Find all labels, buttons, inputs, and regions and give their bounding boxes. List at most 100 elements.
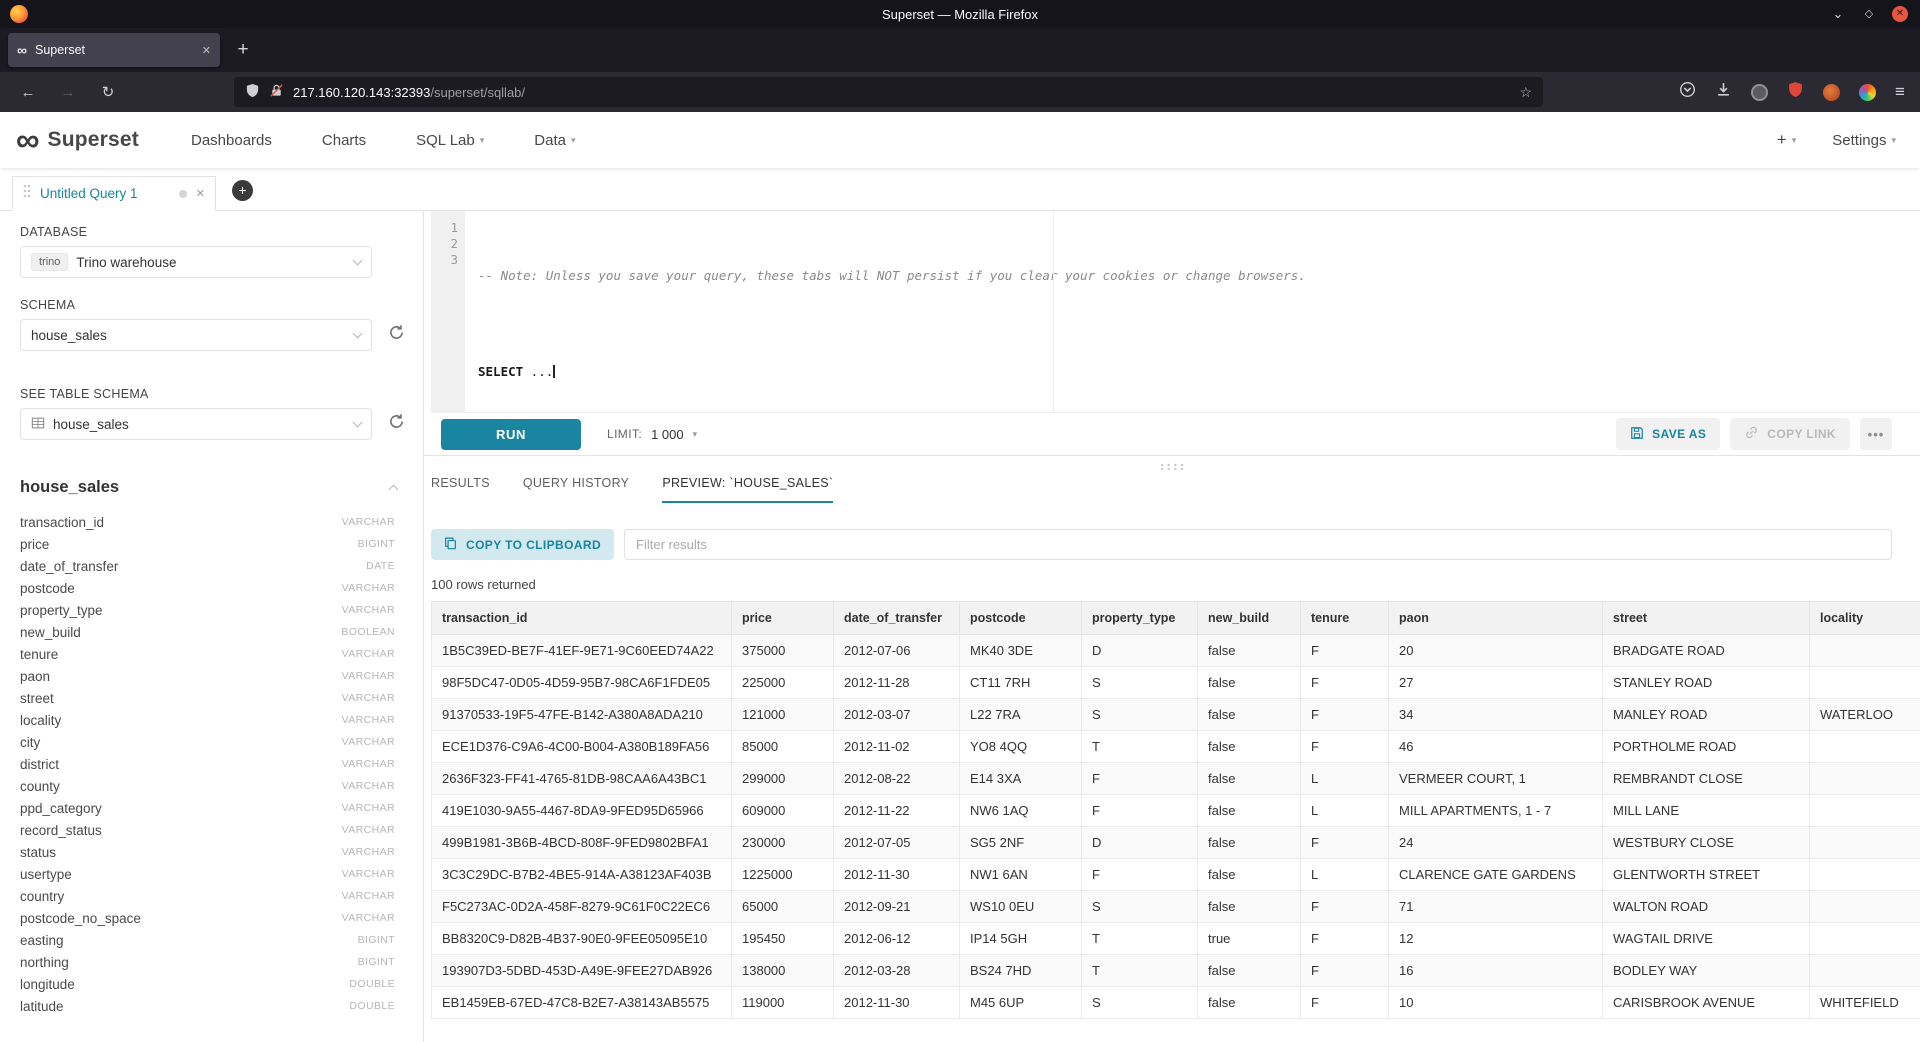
- tab-query-history[interactable]: QUERY HISTORY: [523, 476, 629, 503]
- extension-pinwheel-icon[interactable]: [1859, 84, 1876, 101]
- grid-cell: 2012-11-30: [834, 987, 960, 1019]
- extension-badger-icon[interactable]: [1823, 84, 1840, 101]
- grid-column-header[interactable]: price: [732, 602, 834, 635]
- text-cursor: [553, 365, 555, 378]
- grid-cell: F: [1082, 795, 1198, 827]
- extension-ublock-icon[interactable]: [1787, 81, 1804, 103]
- editor-code-area[interactable]: -- Note: Unless you save your query, the…: [465, 211, 1920, 412]
- copy-link-button[interactable]: COPY LINK: [1730, 418, 1850, 450]
- refresh-schema-icon[interactable]: [388, 324, 405, 346]
- grid-column-header[interactable]: property_type: [1082, 602, 1198, 635]
- reload-icon[interactable]: ↻: [92, 83, 124, 101]
- add-query-tab-button[interactable]: +: [232, 180, 253, 201]
- tab-results[interactable]: RESULTS: [431, 476, 490, 503]
- filter-results-input[interactable]: [624, 529, 1892, 560]
- browser-tab[interactable]: ∞ Superset ✕: [8, 33, 220, 67]
- grid-row: 1B5C39ED-BE7F-41EF-9E71-9C60EED74A22 375…: [432, 635, 1920, 667]
- column-type: VARCHAR: [342, 692, 395, 704]
- superset-brand[interactable]: ∞ Superset: [16, 125, 139, 155]
- grid-row: 2636F323-FF41-4765-81DB-98CAA6A43BC1 299…: [432, 763, 1920, 795]
- sql-editor[interactable]: 1 2 3 -- Note: Unless you save your quer…: [431, 211, 1920, 413]
- drag-grip-icon[interactable]: [23, 184, 31, 203]
- copy-to-clipboard-button[interactable]: COPY TO CLIPBOARD: [431, 529, 614, 560]
- run-button[interactable]: RUN: [441, 419, 581, 450]
- window-close-icon[interactable]: ✕: [1892, 6, 1908, 22]
- table-column-row: county VARCHAR: [20, 775, 395, 797]
- sql-code-rest: ...: [523, 364, 553, 379]
- table-select[interactable]: house_sales: [20, 408, 372, 440]
- grid-cell: 24: [1389, 827, 1603, 859]
- query-tab[interactable]: Untitled Query 1 ✕: [12, 176, 216, 211]
- grid-column-header[interactable]: street: [1603, 602, 1810, 635]
- query-tab-close-icon[interactable]: ✕: [196, 187, 205, 200]
- column-name: easting: [20, 933, 64, 948]
- nav-item-data[interactable]: Data▾: [534, 132, 575, 149]
- extension-containers-icon[interactable]: [1751, 84, 1768, 101]
- table-field-row: house_sales: [20, 408, 405, 440]
- column-type: BIGINT: [358, 538, 395, 550]
- grid-cell: T: [1082, 955, 1198, 987]
- grid-cell: F: [1082, 763, 1198, 795]
- grid-cell: MK40 3DE: [960, 635, 1082, 667]
- grid-cell: T: [1082, 731, 1198, 763]
- table-column-row: latitude DOUBLE: [20, 995, 395, 1017]
- browser-tabstrip: ∞ Superset ✕ +: [0, 28, 1920, 72]
- grid-cell: [1810, 763, 1920, 795]
- grid-cell: CLARENCE GATE GARDENS: [1389, 859, 1603, 891]
- forward-icon[interactable]: →: [52, 84, 84, 101]
- pocket-icon[interactable]: [1679, 81, 1696, 103]
- grid-cell: 65000: [732, 891, 834, 923]
- grid-cell: L22 7RA: [960, 699, 1082, 731]
- grid-column-header[interactable]: date_of_transfer: [834, 602, 960, 635]
- grid-column-header[interactable]: paon: [1389, 602, 1603, 635]
- url-bar[interactable]: 217.160.120.143:32393/superset/sqllab/ ☆: [234, 77, 1543, 107]
- more-options-button[interactable]: •••: [1860, 418, 1892, 450]
- refresh-table-icon[interactable]: [388, 413, 405, 435]
- grid-column-header[interactable]: transaction_id: [432, 602, 732, 635]
- database-select[interactable]: trino Trino warehouse: [20, 246, 372, 278]
- grid-cell: 193907D3-5DBD-453D-A49E-9FEE27DAB926: [432, 955, 732, 987]
- table-schema-title: house_sales: [20, 478, 119, 497]
- grid-cell: [1810, 635, 1920, 667]
- tab-preview-house-sales[interactable]: PREVIEW: `HOUSE_SALES`: [662, 476, 833, 503]
- bookmark-star-icon[interactable]: ☆: [1519, 84, 1532, 101]
- column-type: VARCHAR: [342, 736, 395, 748]
- window-maximize-icon[interactable]: ◇: [1861, 6, 1877, 22]
- new-browser-tab-button[interactable]: +: [230, 39, 256, 61]
- grid-cell: L: [1301, 763, 1389, 795]
- empty-line: [478, 316, 1920, 332]
- grid-cell: false: [1198, 955, 1301, 987]
- schema-select[interactable]: house_sales: [20, 319, 372, 351]
- grid-cell: F: [1301, 955, 1389, 987]
- panel-drag-handle-icon[interactable]: [1159, 458, 1185, 476]
- new-item-menu[interactable]: +▾: [1777, 130, 1796, 150]
- grid-cell: T: [1082, 923, 1198, 955]
- back-icon[interactable]: ←: [12, 84, 44, 101]
- column-name: date_of_transfer: [20, 559, 118, 574]
- insecure-lock-icon[interactable]: [269, 83, 284, 101]
- schema-select-value: house_sales: [31, 328, 107, 343]
- grid-column-header[interactable]: postcode: [960, 602, 1082, 635]
- downloads-icon[interactable]: [1715, 81, 1732, 103]
- grid-row: 98F5DC47-0D05-4D59-95B7-98CA6F1FDE05 225…: [432, 667, 1920, 699]
- window-minimize-icon[interactable]: ⌄: [1830, 6, 1846, 22]
- limit-value: 1 000: [651, 427, 684, 442]
- nav-item-dashboards[interactable]: Dashboards: [191, 132, 272, 149]
- grid-column-header[interactable]: new_build: [1198, 602, 1301, 635]
- shield-icon[interactable]: [245, 83, 260, 101]
- sql-keyword: SELECT: [478, 364, 523, 379]
- menu-icon[interactable]: ≡: [1895, 82, 1905, 102]
- browser-tab-close-icon[interactable]: ✕: [202, 44, 211, 57]
- collapse-chevron-up-icon[interactable]: [389, 485, 399, 495]
- limit-dropdown[interactable]: LIMIT: 1 000 ▾: [607, 427, 697, 442]
- grid-column-header[interactable]: locality: [1810, 602, 1920, 635]
- nav-item-sql-lab[interactable]: SQL Lab▾: [416, 132, 484, 149]
- save-as-button[interactable]: SAVE AS: [1616, 418, 1720, 450]
- grid-cell: 91370533-19F5-47FE-B142-A380A8ADA210: [432, 699, 732, 731]
- line-number: 2: [431, 236, 458, 252]
- grid-column-header[interactable]: tenure: [1301, 602, 1389, 635]
- grid-cell: 2012-07-06: [834, 635, 960, 667]
- nav-item-charts[interactable]: Charts: [322, 132, 366, 149]
- grid-cell: F: [1301, 923, 1389, 955]
- settings-menu[interactable]: Settings▾: [1832, 132, 1896, 149]
